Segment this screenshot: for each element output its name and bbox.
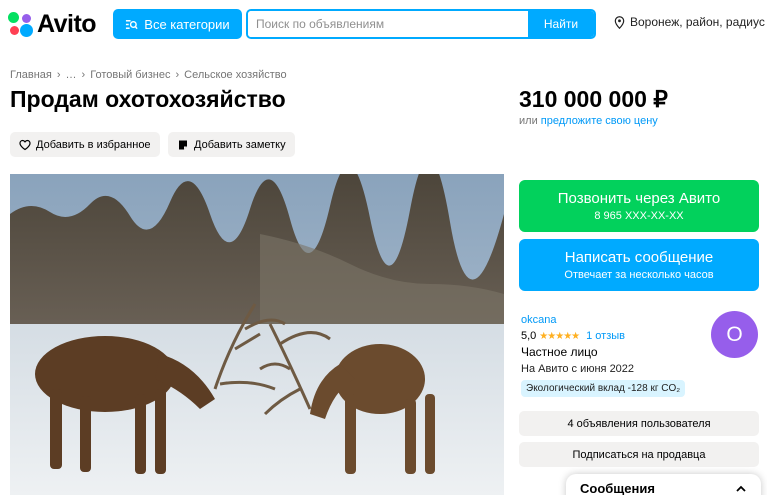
breadcrumb-separator-icon: › — [175, 69, 180, 81]
messages-panel[interactable]: Сообщения — [566, 474, 761, 495]
search-button[interactable]: Найти — [528, 11, 594, 37]
location-selector[interactable]: Воронеж, район, радиус — [614, 15, 765, 29]
seller-name-link[interactable]: okcana — [521, 314, 556, 326]
seller-rating: 5,0 ★★★★★ 1 отзыв — [521, 330, 625, 342]
seller-type: Частное лицо — [521, 345, 598, 359]
search-bar: Найти — [246, 9, 596, 39]
seller-ads-button[interactable]: 4 объявления пользователя — [519, 411, 759, 436]
offer-price-link[interactable]: предложите свою цену — [541, 115, 658, 127]
response-time: Отвечает за несколько часов — [564, 269, 714, 281]
reviews-link[interactable]: 1 отзыв — [586, 330, 625, 342]
location-text: Воронеж, район, радиус — [630, 15, 765, 29]
call-via-avito-button[interactable]: Позвонить через Авито 8 965 XXX-XX-XX — [519, 180, 759, 232]
heart-icon — [19, 139, 31, 150]
breadcrumb-ready-business[interactable]: Готовый бизнес — [90, 69, 170, 81]
logo-dots-icon — [8, 11, 34, 38]
all-categories-button[interactable]: Все категории — [113, 9, 242, 39]
add-to-favorites-label: Добавить в избранное — [36, 138, 151, 151]
logo-text: Avito — [37, 10, 97, 38]
chevron-up-icon[interactable] — [735, 483, 747, 495]
subscribe-seller-button[interactable]: Подписаться на продавца — [519, 442, 759, 467]
search-categories-icon — [126, 19, 138, 29]
breadcrumb-home[interactable]: Главная — [10, 69, 52, 81]
breadcrumb-separator-icon: › — [56, 69, 61, 81]
add-note-button[interactable]: Добавить заметку — [168, 132, 295, 157]
breadcrumb-agriculture[interactable]: Сельское хозяйство — [184, 69, 286, 81]
avito-logo[interactable]: Avito — [8, 10, 97, 39]
price-or-text: или — [519, 115, 538, 127]
breadcrumb-ellipsis[interactable]: … — [66, 69, 77, 81]
seller-avatar[interactable]: O — [711, 311, 758, 358]
message-button-label: Написать сообщение — [564, 249, 714, 266]
listing-title: Продам охотохозяйство — [10, 86, 286, 112]
location-pin-icon — [614, 15, 625, 29]
note-icon — [179, 140, 187, 149]
price-offer-line: или предложите свою цену — [519, 115, 658, 127]
all-categories-label: Все категории — [144, 16, 230, 32]
rating-stars-icon: ★★★★★ — [539, 330, 580, 342]
search-input[interactable] — [248, 11, 528, 37]
add-to-favorites-button[interactable]: Добавить в избранное — [10, 132, 160, 157]
breadcrumb: Главная › … › Готовый бизнес › Сельское … — [10, 69, 287, 81]
add-note-label: Добавить заметку — [194, 138, 286, 151]
call-button-label: Позвонить через Авито — [557, 190, 721, 207]
messages-title: Сообщения — [580, 481, 655, 495]
write-message-button[interactable]: Написать сообщение Отвечает за несколько… — [519, 239, 759, 291]
listing-price: 310 000 000 ₽ — [519, 86, 668, 112]
phone-number: 8 965 XXX-XX-XX — [594, 210, 684, 222]
rating-value: 5,0 — [521, 330, 537, 342]
deer-photo-image — [10, 174, 504, 495]
seller-since: На Авито с июня 2022 — [521, 363, 635, 375]
listing-photo[interactable] — [10, 174, 504, 495]
eco-contribution-badge[interactable]: Экологический вклад -128 кг CO₂ — [521, 380, 686, 397]
breadcrumb-separator-icon: › — [81, 69, 86, 81]
